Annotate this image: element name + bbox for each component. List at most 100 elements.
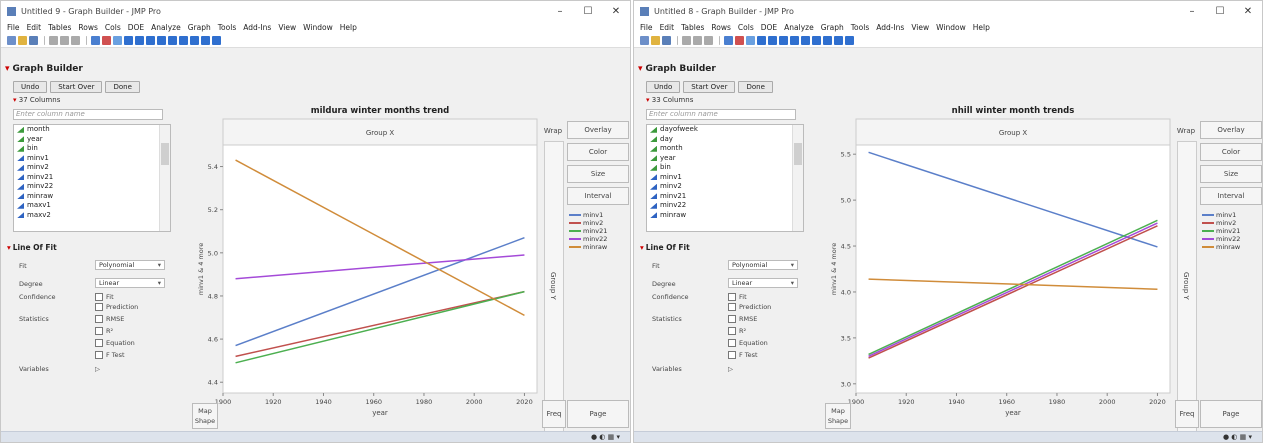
map-shape-zone[interactable]: Map Shape xyxy=(192,403,218,429)
checkbox[interactable] xyxy=(95,327,103,335)
checkbox[interactable] xyxy=(728,327,736,335)
column-item[interactable]: minv22 xyxy=(14,182,170,192)
maximize-icon[interactable]: ☐ xyxy=(574,6,602,17)
checkbox[interactable] xyxy=(728,351,736,359)
menu-tools[interactable]: Tools xyxy=(851,23,869,32)
polygon-icon[interactable] xyxy=(834,35,843,45)
line-of-fit-header[interactable]: ▾ Line Of Fit xyxy=(640,243,690,252)
legend-item[interactable]: minraw xyxy=(1202,243,1240,251)
legend-item[interactable]: minv22 xyxy=(1202,235,1240,243)
conf-prediction-checkbox[interactable]: Prediction xyxy=(95,303,138,311)
checkbox[interactable] xyxy=(728,315,736,323)
polygon-icon[interactable] xyxy=(201,35,210,45)
page-zone[interactable]: Page xyxy=(567,400,629,428)
help-tool-icon[interactable] xyxy=(124,35,133,45)
menu-rows[interactable]: Rows xyxy=(711,23,731,32)
menu-addins[interactable]: Add-Ins xyxy=(876,23,904,32)
checkbox[interactable] xyxy=(95,293,103,301)
column-item[interactable]: minraw xyxy=(647,211,803,221)
page-zone[interactable]: Page xyxy=(1200,400,1262,428)
line-tool-icon[interactable] xyxy=(190,35,199,45)
status-icons[interactable]: ● ◐ ▦ ▾ xyxy=(591,433,620,441)
copy-icon[interactable] xyxy=(693,35,702,45)
line-of-fit-header[interactable]: ▾ Line Of Fit xyxy=(7,243,57,252)
crosshair-icon[interactable] xyxy=(801,35,810,45)
help-tool-icon[interactable] xyxy=(757,35,766,45)
column-item[interactable]: month xyxy=(14,125,170,135)
x-axis-label[interactable]: year xyxy=(372,409,388,417)
paste-icon[interactable] xyxy=(71,35,80,45)
undo-button[interactable]: Undo xyxy=(646,81,681,93)
column-item[interactable]: month xyxy=(647,144,803,154)
variables-expand-icon[interactable]: ▷ xyxy=(95,365,100,373)
line-chart[interactable]: mildura winter months trend Group X 4.4 4.6… xyxy=(179,103,539,433)
menu-help[interactable]: Help xyxy=(340,23,357,32)
column-filter-input[interactable]: Enter column name xyxy=(13,109,163,120)
column-item[interactable]: dayofweek xyxy=(647,125,803,135)
checkbox[interactable] xyxy=(95,351,103,359)
color-zone[interactable]: Color xyxy=(1200,143,1262,161)
close-icon[interactable]: ✕ xyxy=(602,6,630,17)
legend-item[interactable]: minv21 xyxy=(569,227,607,235)
column-item[interactable]: minv22 xyxy=(647,201,803,211)
menu-window[interactable]: Window xyxy=(303,23,333,32)
menu-addins[interactable]: Add-Ins xyxy=(243,23,271,32)
column-list[interactable]: month year bin minv1 minv2 minv21 minv22 minraw… xyxy=(13,124,171,232)
scrollbar-thumb[interactable] xyxy=(794,143,802,165)
grabber-icon[interactable] xyxy=(768,35,777,45)
journal-icon[interactable] xyxy=(102,35,111,45)
data-table-icon[interactable] xyxy=(724,35,733,45)
line-tool-icon[interactable] xyxy=(823,35,832,45)
open-icon[interactable] xyxy=(651,35,660,45)
legend-item[interactable]: minv2 xyxy=(1202,219,1240,227)
ftest-checkbox[interactable]: F Test xyxy=(728,351,758,359)
rmse-checkbox[interactable]: RMSE xyxy=(95,315,124,323)
fit-dropdown[interactable]: Polynomial ▾ xyxy=(728,260,798,270)
graph-builder-header[interactable]: ▾ Graph Builder xyxy=(638,64,716,74)
column-item[interactable]: bin xyxy=(14,144,170,154)
paste-icon[interactable] xyxy=(704,35,713,45)
column-item[interactable]: minv21 xyxy=(14,173,170,183)
color-zone[interactable]: Color xyxy=(567,143,629,161)
done-button[interactable]: Done xyxy=(738,81,773,93)
r2-checkbox[interactable]: R² xyxy=(728,327,746,335)
column-item[interactable]: minv21 xyxy=(647,192,803,202)
columns-count[interactable]: ▾ 37 Columns xyxy=(13,96,60,104)
menu-tables[interactable]: Tables xyxy=(681,23,704,32)
annotate-icon[interactable] xyxy=(179,35,188,45)
y-axis-label[interactable]: minv1 & 4 more xyxy=(830,243,838,295)
variables-expand-icon[interactable]: ▷ xyxy=(728,365,733,373)
interval-zone[interactable]: Interval xyxy=(1200,187,1262,205)
menu-tools[interactable]: Tools xyxy=(218,23,236,32)
plot-area[interactable] xyxy=(855,144,1171,394)
checkbox[interactable] xyxy=(95,303,103,311)
data-table-icon[interactable] xyxy=(91,35,100,45)
group-y-zone[interactable]: Group Y xyxy=(1177,141,1197,433)
menu-view[interactable]: View xyxy=(911,23,929,32)
column-item[interactable]: year xyxy=(14,135,170,145)
red-triangle-icon[interactable]: ▾ xyxy=(640,243,644,252)
menu-doe[interactable]: DOE xyxy=(761,23,777,32)
equation-checkbox[interactable]: Equation xyxy=(728,339,768,347)
cut-icon[interactable] xyxy=(682,35,691,45)
group-y-zone[interactable]: Group Y xyxy=(544,141,564,433)
legend-item[interactable]: minv22 xyxy=(569,235,607,243)
close-icon[interactable]: ✕ xyxy=(1234,6,1262,17)
menu-cols[interactable]: Cols xyxy=(738,23,754,32)
grabber-icon[interactable] xyxy=(135,35,144,45)
overlay-zone[interactable]: Overlay xyxy=(1200,121,1262,139)
legend-item[interactable]: minv1 xyxy=(569,211,607,219)
column-item[interactable]: minraw xyxy=(14,192,170,202)
menu-doe[interactable]: DOE xyxy=(128,23,144,32)
overlay-zone[interactable]: Overlay xyxy=(567,121,629,139)
x-axis-label[interactable]: year xyxy=(1005,409,1021,417)
graph-builder-header[interactable]: ▾ Graph Builder xyxy=(5,64,83,74)
y-axis-label[interactable]: minv1 & 4 more xyxy=(197,243,205,295)
fit-dropdown[interactable]: Polynomial ▾ xyxy=(95,260,165,270)
menu-graph[interactable]: Graph xyxy=(821,23,844,32)
legend-item[interactable]: minraw xyxy=(569,243,607,251)
column-item[interactable]: minv2 xyxy=(14,163,170,173)
rmse-checkbox[interactable]: RMSE xyxy=(728,315,757,323)
open-icon[interactable] xyxy=(18,35,27,45)
menu-graph[interactable]: Graph xyxy=(188,23,211,32)
